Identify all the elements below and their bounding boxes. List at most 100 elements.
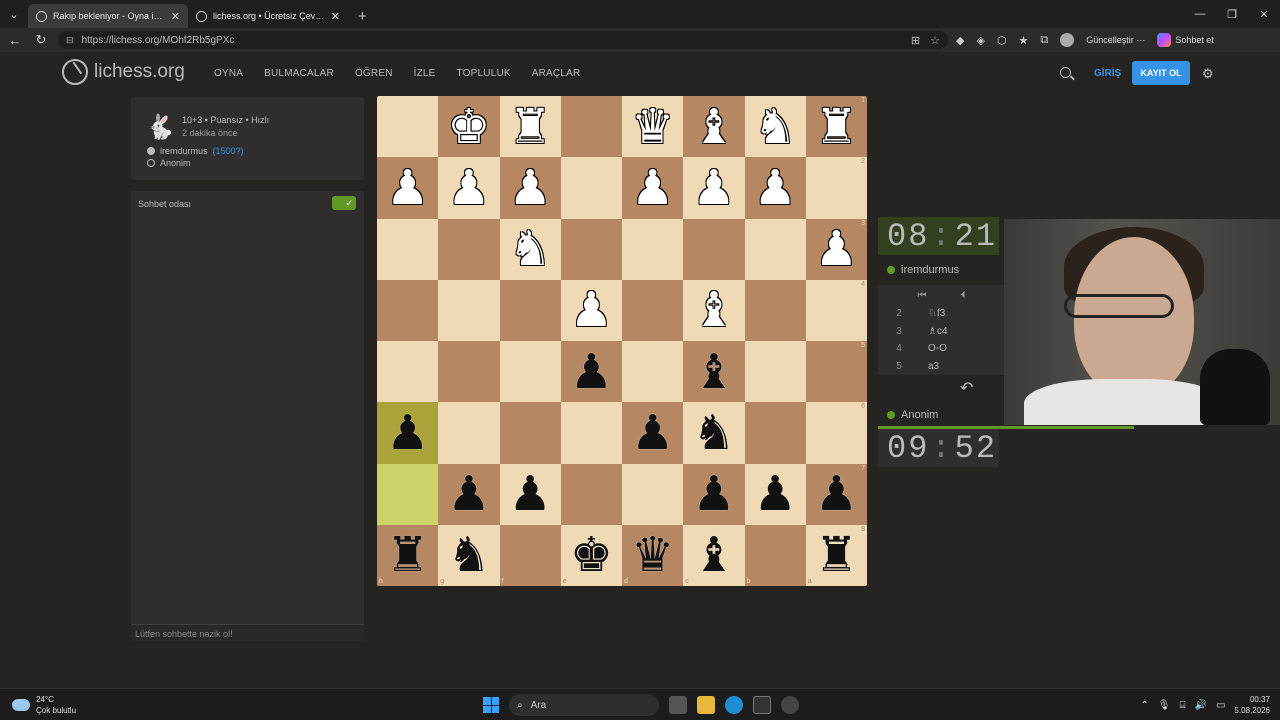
board-square[interactable]: [560, 157, 622, 219]
board-square[interactable]: ♟ 3: [805, 218, 867, 280]
board-square[interactable]: 6: [805, 402, 867, 464]
shield-icon[interactable]: ◈: [976, 34, 984, 47]
chat-toggle[interactable]: ✓: [332, 196, 356, 210]
white-bishop-icon[interactable]: ♝: [692, 286, 735, 334]
close-tab-icon[interactable]: ✕: [331, 10, 340, 23]
back-icon[interactable]: ←: [6, 33, 24, 48]
nav-community[interactable]: TOPLULUK: [457, 68, 511, 79]
board-square[interactable]: ♞: [499, 218, 561, 280]
url-bar[interactable]: ⊟ https://lichess.org/MOhf2Rb5gPXc ⊞ ☆: [58, 31, 948, 49]
board-square[interactable]: ♟: [377, 402, 439, 464]
white-pawn-icon[interactable]: ♟: [815, 225, 858, 273]
update-button[interactable]: Güncelleştir ⋯: [1086, 35, 1145, 46]
black-pawn-icon[interactable]: ♟: [815, 470, 858, 518]
board-square[interactable]: f: [499, 524, 561, 586]
refresh-icon[interactable]: ↻: [32, 32, 50, 48]
board-square[interactable]: ♝: [683, 279, 745, 341]
taskbar-search[interactable]: ⌕ Ara: [509, 694, 659, 716]
white-pawn-icon[interactable]: ♟: [509, 164, 552, 212]
move-white[interactable]: O-O: [920, 340, 1005, 358]
black-bishop-icon[interactable]: ♝: [692, 531, 735, 579]
board-square[interactable]: ♜ 1: [805, 96, 867, 158]
board-square[interactable]: ♜ h: [377, 524, 439, 586]
settings-gear-icon[interactable]: ⚙: [1202, 66, 1214, 82]
board-square[interactable]: ♟: [683, 463, 745, 525]
board-square[interactable]: ♝ c: [683, 524, 745, 586]
copilot-chat-button[interactable]: Sohbet et: [1157, 33, 1214, 47]
black-queen-icon[interactable]: ♛: [631, 531, 674, 579]
board-square[interactable]: ♞ g: [438, 524, 500, 586]
move-white[interactable]: ♗c4: [920, 322, 1005, 340]
board-square[interactable]: ♟: [744, 463, 806, 525]
move-white[interactable]: a3: [920, 357, 1005, 375]
board-square[interactable]: [438, 341, 500, 403]
board-square[interactable]: [377, 96, 439, 158]
top-player-name[interactable]: iremdurmus: [887, 264, 959, 276]
board-square[interactable]: ♟: [499, 157, 561, 219]
search-icon[interactable]: [1060, 67, 1071, 78]
board-square[interactable]: [377, 341, 439, 403]
black-king-icon[interactable]: ♚: [570, 531, 613, 579]
white-pawn-icon[interactable]: ♟: [570, 286, 613, 334]
nav-puzzles[interactable]: BULMACALAR: [264, 68, 334, 79]
close-window-icon[interactable]: ✕: [1248, 8, 1280, 21]
black-pawn-icon[interactable]: ♟: [509, 470, 552, 518]
white-pawn-icon[interactable]: ♟: [754, 164, 797, 212]
board-square[interactable]: b: [744, 524, 806, 586]
board-square[interactable]: [438, 218, 500, 280]
black-pawn-icon[interactable]: ♟: [692, 470, 735, 518]
board-square[interactable]: ♚ e: [560, 524, 622, 586]
board-square[interactable]: [622, 218, 684, 280]
microphone-icon[interactable]: 🎙: [1158, 700, 1171, 711]
collections-icon[interactable]: ⧉: [1040, 34, 1048, 47]
board-square[interactable]: [499, 341, 561, 403]
black-knight-icon[interactable]: ♞: [692, 409, 735, 457]
board-square[interactable]: [560, 463, 622, 525]
board-square[interactable]: ♞: [744, 96, 806, 158]
white-pawn-icon[interactable]: ♟: [447, 164, 490, 212]
white-pawn-icon[interactable]: ♟: [386, 164, 429, 212]
board-square[interactable]: [622, 463, 684, 525]
obs-icon[interactable]: [781, 696, 799, 714]
board-square[interactable]: ♟: [744, 157, 806, 219]
board-square[interactable]: ♛ d: [622, 524, 684, 586]
app-available-icon[interactable]: ⊞: [911, 34, 920, 47]
minimize-icon[interactable]: —: [1184, 8, 1216, 20]
board-square[interactable]: [377, 279, 439, 341]
start-icon[interactable]: [483, 697, 499, 713]
file-explorer-icon[interactable]: [697, 696, 715, 714]
board-square[interactable]: [499, 402, 561, 464]
board-square[interactable]: ♚: [438, 96, 500, 158]
board-square[interactable]: [683, 218, 745, 280]
white-knight-icon[interactable]: ♞: [509, 225, 552, 273]
board-square[interactable]: ♟: [560, 341, 622, 403]
board-square[interactable]: [744, 279, 806, 341]
board-square[interactable]: ♟: [499, 463, 561, 525]
login-link[interactable]: GİRİŞ: [1094, 68, 1121, 79]
white-pawn-icon[interactable]: ♟: [631, 164, 674, 212]
close-tab-icon[interactable]: ✕: [171, 10, 180, 23]
black-knight-icon[interactable]: ♞: [447, 531, 490, 579]
white-knight-icon[interactable]: ♞: [754, 103, 797, 151]
board-square[interactable]: [622, 341, 684, 403]
extensions-icon[interactable]: ⬡: [997, 34, 1007, 47]
volume-icon[interactable]: 🔊: [1195, 700, 1207, 711]
black-pawn-icon[interactable]: ♟: [631, 409, 674, 457]
first-move-icon[interactable]: ⏮: [918, 290, 927, 301]
weather-widget[interactable]: 24°C Çok bulutlu: [12, 694, 76, 716]
board-square[interactable]: [438, 279, 500, 341]
edge-icon[interactable]: [725, 696, 743, 714]
tab-actions-icon[interactable]: ⌄: [0, 0, 28, 28]
board-square[interactable]: [438, 402, 500, 464]
black-pawn-icon[interactable]: ♟: [754, 470, 797, 518]
nav-tools[interactable]: ARAÇLAR: [532, 68, 581, 79]
board-square[interactable]: [560, 402, 622, 464]
board-square[interactable]: 2: [805, 157, 867, 219]
board-square[interactable]: [560, 96, 622, 158]
board-square[interactable]: [744, 218, 806, 280]
board-square[interactable]: ♟: [377, 157, 439, 219]
restore-icon[interactable]: ❐: [1216, 8, 1248, 21]
previous-move-icon[interactable]: ⏴: [961, 290, 966, 301]
lichess-logo[interactable]: lichess.org: [62, 59, 185, 85]
board-square[interactable]: ♟: [560, 279, 622, 341]
